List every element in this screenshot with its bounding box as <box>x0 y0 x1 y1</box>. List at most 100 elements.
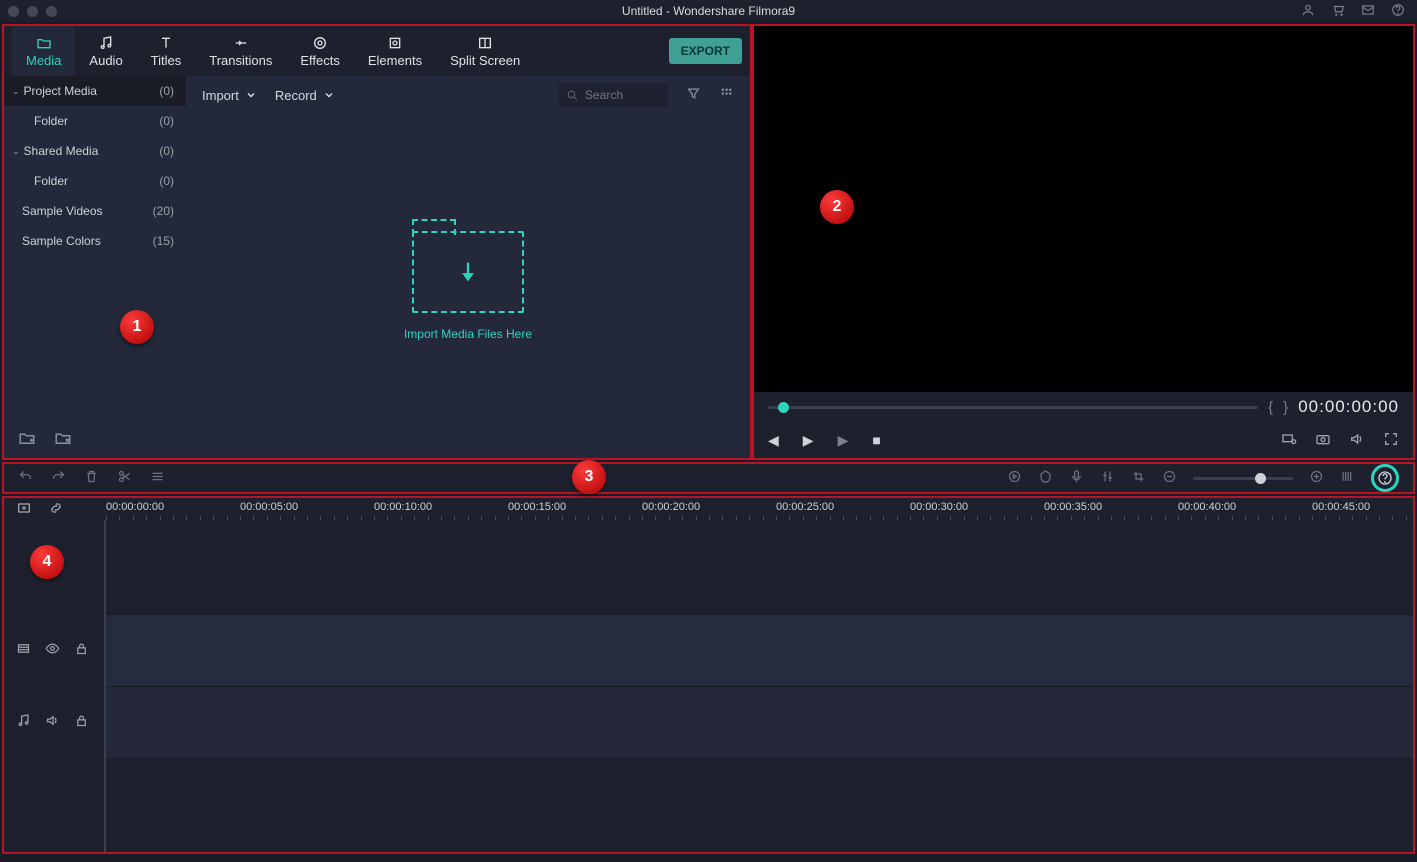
audio-track-head[interactable] <box>4 686 104 758</box>
media-sidebar: ⌄ Project Media (0) Folder (0) ⌄ Shared … <box>4 76 186 458</box>
redo-icon[interactable] <box>51 469 66 487</box>
filter-icon[interactable] <box>686 86 701 104</box>
sidebar-item-sample-colors[interactable]: Sample Colors (15) <box>4 226 186 256</box>
volume-icon[interactable] <box>1349 431 1365 450</box>
mute-icon[interactable] <box>45 713 60 731</box>
zoom-slider[interactable] <box>1193 477 1293 480</box>
remove-folder-icon[interactable] <box>54 429 72 450</box>
lock-icon[interactable] <box>74 641 89 659</box>
callout-3: 3 <box>572 460 606 494</box>
chevron-down-icon <box>323 89 335 101</box>
sidebar-item-folder[interactable]: Folder (0) <box>4 106 186 136</box>
sidebar-item-label: Sample Colors <box>22 234 153 248</box>
zoom-out-icon[interactable] <box>1162 469 1177 487</box>
prev-frame-button[interactable]: ◀ <box>768 432 779 449</box>
audio-mixer-icon[interactable] <box>1100 469 1115 487</box>
folder-dashed-icon <box>412 231 524 313</box>
next-frame-button[interactable]: ▶ <box>838 432 849 449</box>
zoom-fit-icon[interactable] <box>1340 469 1355 487</box>
sidebar-item-label: Project Media <box>24 84 160 98</box>
preview-scrubber: { } 00:00:00:00 <box>754 392 1413 422</box>
voiceover-icon[interactable] <box>1069 469 1084 487</box>
sidebar-item-label: Folder <box>34 174 159 188</box>
marker-icon[interactable] <box>1038 469 1053 487</box>
tab-label: Media <box>26 53 61 68</box>
lock-icon[interactable] <box>74 713 89 731</box>
lane-spacer <box>104 758 1413 852</box>
snapshot-icon[interactable] <box>1315 431 1331 450</box>
help-button[interactable] <box>1371 464 1399 492</box>
import-dropdown[interactable]: Import <box>202 88 257 103</box>
track-head-spacer <box>4 758 104 852</box>
mark-in-icon[interactable]: { <box>1268 399 1273 416</box>
mail-icon[interactable] <box>1361 3 1375 20</box>
tab-split-screen[interactable]: Split Screen <box>436 26 534 76</box>
import-drop-zone[interactable]: Import Media Files Here <box>186 114 750 458</box>
link-icon[interactable] <box>48 500 64 519</box>
sidebar-item-project-media[interactable]: ⌄ Project Media (0) <box>4 76 186 106</box>
play-button[interactable]: ▶ <box>803 432 814 449</box>
sidebar-item-sample-videos[interactable]: Sample Videos (20) <box>4 196 186 226</box>
audio-lane[interactable] <box>104 686 1413 758</box>
sidebar-item-count: (15) <box>153 234 174 248</box>
tab-audio[interactable]: Audio <box>75 26 136 76</box>
fullscreen-icon[interactable] <box>1383 431 1399 450</box>
timeline-pane: 00:00:00:0000:00:05:0000:00:10:0000:00:1… <box>2 496 1415 854</box>
music-icon <box>97 35 115 51</box>
video-track-head[interactable] <box>4 614 104 686</box>
undo-icon[interactable] <box>18 469 33 487</box>
help-icon <box>1377 470 1393 486</box>
help-titlebar-icon[interactable] <box>1391 3 1405 20</box>
ruler-label: 00:00:20:00 <box>642 501 700 513</box>
crop-icon[interactable] <box>1131 469 1146 487</box>
timeline-lanes[interactable] <box>104 520 1413 852</box>
playhead[interactable] <box>104 520 106 852</box>
visibility-icon[interactable] <box>45 641 60 659</box>
split-icon[interactable] <box>117 469 132 487</box>
tab-titles[interactable]: Titles <box>137 26 196 76</box>
search-input[interactable] <box>558 83 668 107</box>
zoom-handle[interactable] <box>1255 473 1266 484</box>
export-button[interactable]: EXPORT <box>669 38 742 64</box>
record-dropdown[interactable]: Record <box>275 88 335 103</box>
timeline-header-tools <box>4 498 104 520</box>
add-track-icon[interactable] <box>16 500 32 519</box>
ruler-label: 00:00:10:00 <box>374 501 432 513</box>
account-icon[interactable] <box>1301 3 1315 20</box>
stop-button[interactable]: ■ <box>872 432 880 448</box>
folder-icon <box>35 35 53 51</box>
tab-label: Split Screen <box>450 53 520 68</box>
record-label: Record <box>275 88 317 103</box>
timeline-toolbar <box>2 462 1415 494</box>
video-track-icon <box>16 641 31 659</box>
scrub-track[interactable] <box>768 406 1258 409</box>
timeline-ruler[interactable]: 00:00:00:0000:00:05:0000:00:10:0000:00:1… <box>104 498 1413 520</box>
render-icon[interactable] <box>1007 469 1022 487</box>
add-folder-icon[interactable] <box>18 429 36 450</box>
sidebar-item-count: (0) <box>159 144 174 158</box>
tab-transitions[interactable]: Transitions <box>195 26 286 76</box>
tab-label: Transitions <box>209 53 272 68</box>
arrow-down-icon <box>454 256 482 288</box>
tab-effects[interactable]: Effects <box>286 26 354 76</box>
zoom-in-icon[interactable] <box>1309 469 1324 487</box>
import-label: Import <box>202 88 239 103</box>
effects-icon <box>311 35 329 51</box>
sidebar-item-label: Shared Media <box>24 144 160 158</box>
delete-icon[interactable] <box>84 469 99 487</box>
sidebar-item-count: (0) <box>159 114 174 128</box>
edit-tools-icon[interactable] <box>150 469 165 487</box>
mark-out-icon[interactable]: } <box>1283 399 1288 416</box>
cart-icon[interactable] <box>1331 3 1345 20</box>
grid-view-icon[interactable] <box>719 86 734 104</box>
tab-media[interactable]: Media <box>12 26 75 76</box>
quality-settings-icon[interactable] <box>1281 431 1297 450</box>
sidebar-item-shared-media[interactable]: ⌄ Shared Media (0) <box>4 136 186 166</box>
tab-elements[interactable]: Elements <box>354 26 436 76</box>
video-lane[interactable] <box>104 614 1413 686</box>
sidebar-item-folder[interactable]: Folder (0) <box>4 166 186 196</box>
search-field[interactable] <box>585 88 655 102</box>
tab-label: Audio <box>89 53 122 68</box>
scrub-head[interactable] <box>778 402 789 413</box>
ruler-label: 00:00:00:00 <box>106 501 164 513</box>
